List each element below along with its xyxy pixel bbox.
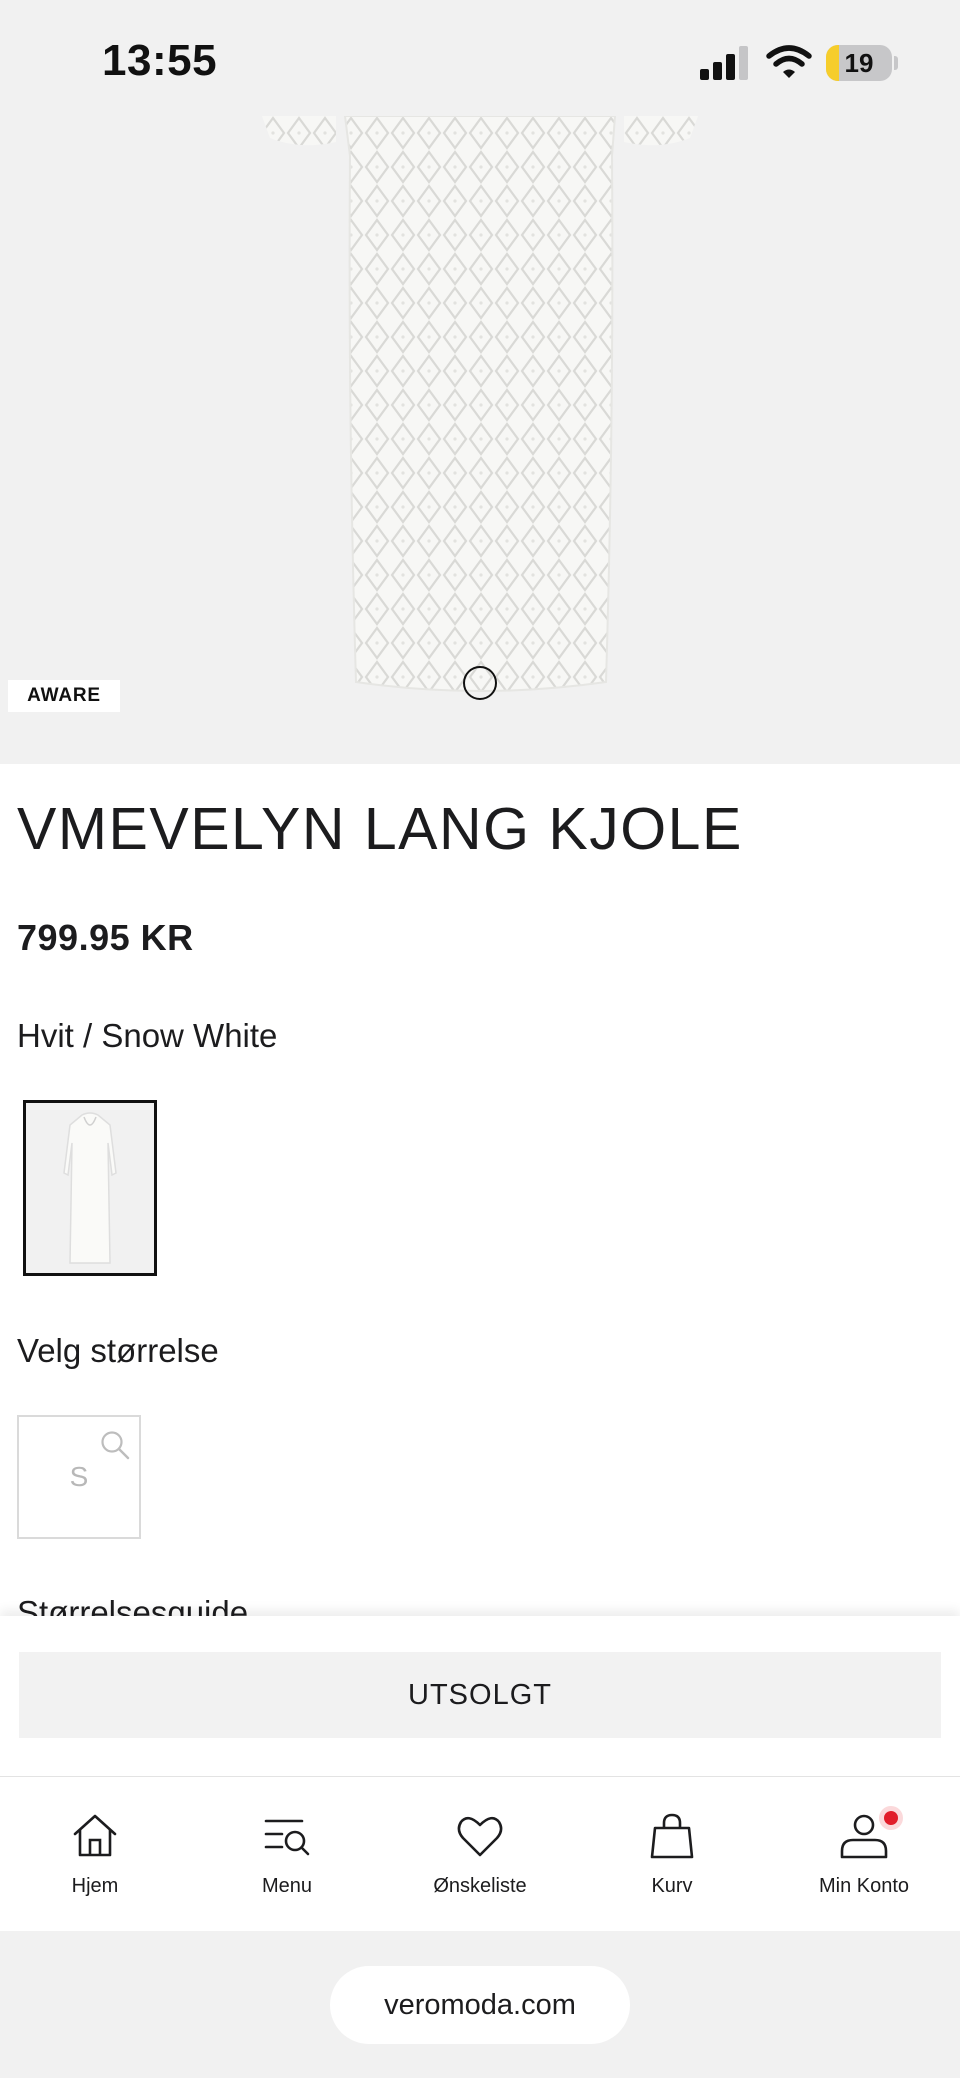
menu-search-icon [264, 1819, 310, 1856]
heart-icon [457, 1816, 503, 1857]
nav-label-wishlist: Ønskeliste [433, 1875, 527, 1897]
swatch-thumbnail [26, 1103, 154, 1273]
nav-item-wishlist[interactable]: Ønskeliste [400, 1777, 560, 1932]
battery-tip [894, 56, 898, 70]
product-price: 799.95 KR [17, 917, 194, 958]
battery-level-text: 19 [844, 48, 874, 78]
battery-icon: 19 [826, 45, 892, 81]
size-heading: Velg størrelse [17, 1332, 219, 1369]
search-icon [101, 1431, 130, 1460]
product-title: VMEVELYN LANG KJOLE [17, 796, 743, 862]
status-bar: 13:55 19 [0, 0, 960, 116]
color-name: Hvit / Snow White [17, 1017, 278, 1054]
nav-label-menu: Menu [261, 1875, 313, 1897]
url-bar[interactable]: veromoda.com [330, 1966, 630, 2044]
product-image-gallery[interactable]: AWARE [0, 116, 960, 764]
bottom-navigation: Hjem Menu Ønskeliste Kurv Min Konto [0, 1776, 960, 1931]
notification-dot [884, 1811, 898, 1825]
nav-label-home: Hjem [71, 1875, 119, 1897]
buy-panel: UTSOLGT [0, 1616, 960, 1776]
nav-item-menu[interactable]: Menu [207, 1777, 367, 1932]
status-time: 13:55 [102, 36, 218, 85]
bag-icon [650, 1813, 694, 1859]
sold-out-button[interactable]: UTSOLGT [19, 1652, 941, 1738]
wifi-icon [766, 45, 812, 78]
nav-label-account: Min Konto [818, 1875, 910, 1897]
home-icon [73, 1814, 117, 1857]
image-pager-indicator[interactable] [463, 666, 497, 700]
nav-item-home[interactable]: Hjem [15, 1777, 175, 1932]
signal-icon [700, 46, 748, 80]
nav-item-cart[interactable]: Kurv [592, 1777, 752, 1932]
aware-badge: AWARE [8, 680, 120, 712]
size-option-s[interactable]: S [17, 1415, 141, 1539]
size-option-label: S [69, 1461, 89, 1492]
nav-label-cart: Kurv [651, 1875, 693, 1897]
color-swatch-snow-white[interactable] [23, 1100, 157, 1276]
nav-item-account[interactable]: Min Konto [784, 1777, 944, 1932]
browser-bar: veromoda.com [0, 1931, 960, 2078]
account-icon [840, 1814, 888, 1859]
product-page: 13:55 19 AWARE VMEVELYN LANG KJOLE 799.9… [0, 0, 960, 2078]
